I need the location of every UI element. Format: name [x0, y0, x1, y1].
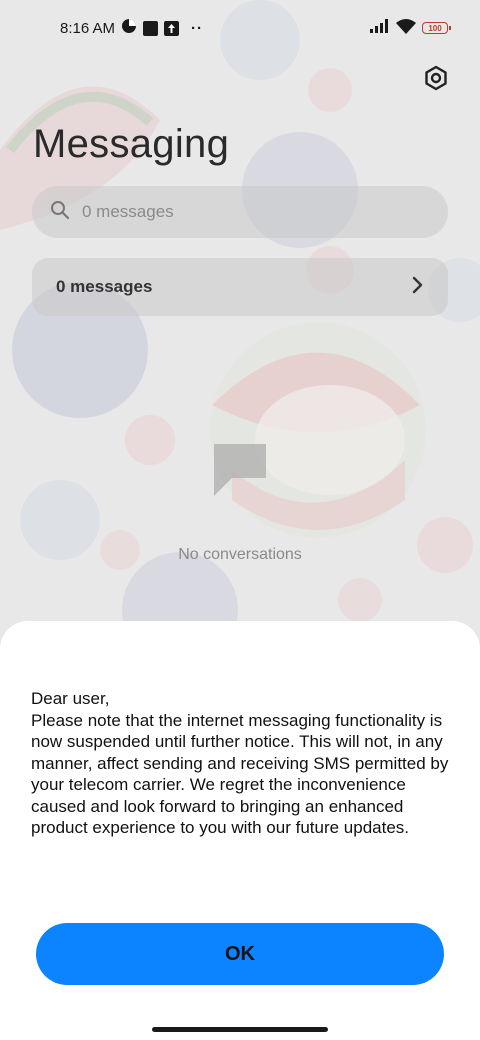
status-time: 8:16 AM	[60, 19, 116, 37]
empty-state-text: No conversations	[178, 546, 302, 563]
search-input[interactable]	[82, 202, 402, 222]
square-app-icon	[143, 20, 159, 36]
search-icon	[50, 200, 70, 225]
chevron-right-icon	[412, 276, 424, 299]
ok-button[interactable]: OK	[36, 923, 444, 985]
search-bar[interactable]	[32, 186, 448, 238]
page-title: Messaging	[33, 122, 230, 166]
battery-icon: 100	[422, 22, 451, 34]
wifi-icon	[396, 18, 416, 38]
settings-button[interactable]	[420, 64, 452, 96]
upload-notification-icon	[164, 20, 180, 36]
dialog-message: Dear user, Please note that the internet…	[31, 689, 449, 837]
settings-icon	[423, 65, 449, 96]
home-indicator[interactable]	[152, 1027, 328, 1032]
notice-dialog: Dear user, Please note that the internet…	[0, 621, 480, 1040]
data-saver-icon	[121, 18, 137, 38]
messages-row-label: 0 messages	[56, 277, 153, 296]
more-dots-icon: ··	[191, 19, 204, 37]
messages-row[interactable]: 0 messages	[32, 258, 448, 316]
status-bar: 8:16 AM ·· 100	[0, 0, 480, 56]
battery-level: 100	[428, 23, 442, 33]
signal-icon	[370, 19, 390, 37]
empty-conversations-icon	[210, 440, 270, 505]
